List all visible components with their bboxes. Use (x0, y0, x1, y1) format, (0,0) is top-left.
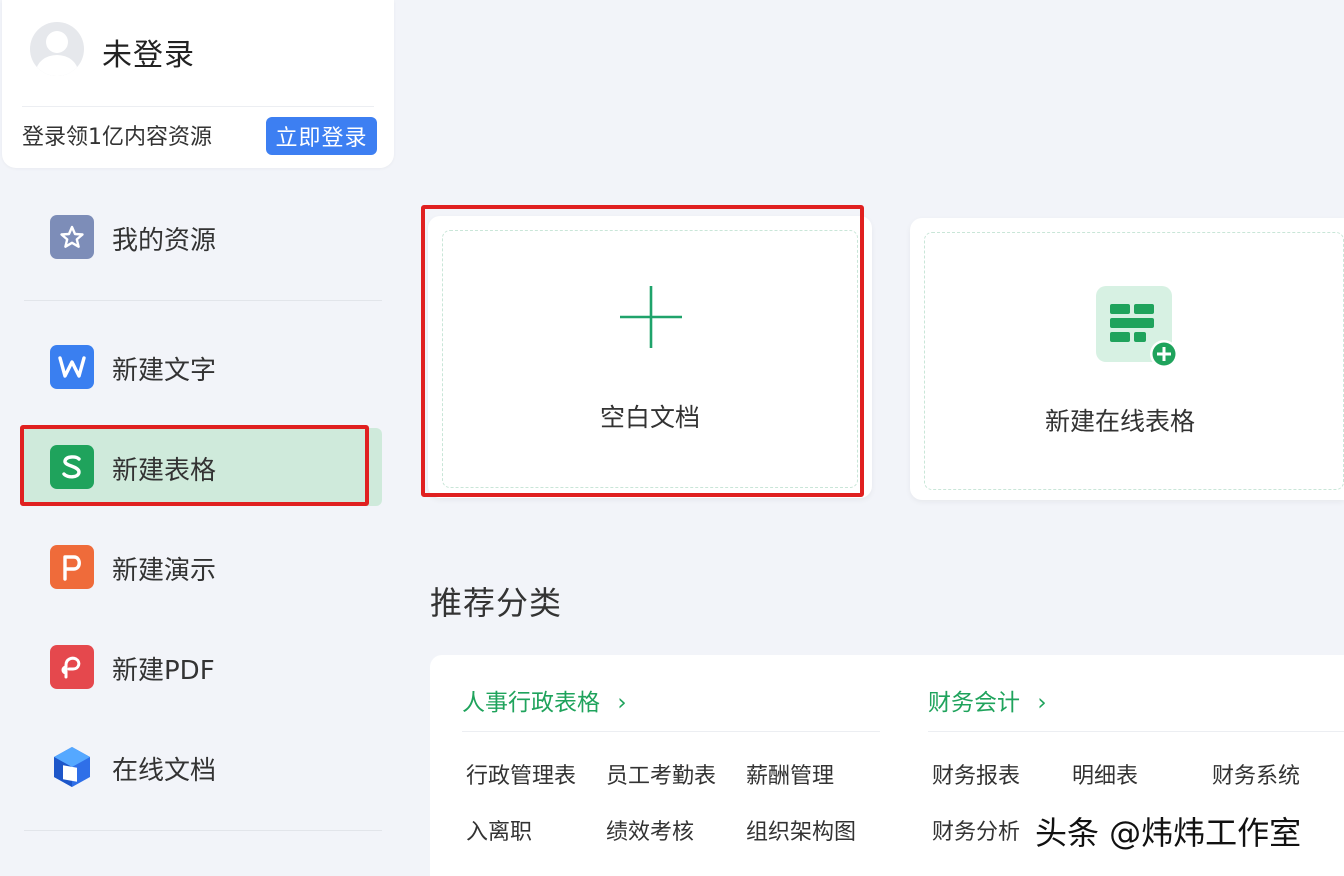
new-online-sheet-card[interactable]: 新建在线表格 (910, 218, 1344, 500)
sheet-icon (50, 445, 94, 489)
divider (928, 731, 1344, 732)
category-link-hr[interactable]: 人事行政表格 › (462, 683, 627, 717)
sidebar-item-label: 在线文档 (112, 756, 217, 786)
category-link-finance[interactable]: 财务会计 › (928, 683, 1047, 717)
sidebar-item-label: 新建演示 (112, 556, 217, 586)
category-link[interactable]: 财务报表 (932, 758, 1020, 790)
category-link[interactable]: 绩效考核 (606, 814, 694, 846)
category-link[interactable]: 入离职 (466, 814, 532, 846)
divider (24, 300, 382, 301)
login-button[interactable]: 立即登录 (266, 117, 377, 155)
star-icon (50, 215, 94, 259)
sidebar-item-new-sheet[interactable]: 新建表格 (22, 428, 382, 506)
category-link[interactable]: 员工考勤表 (606, 758, 716, 790)
sidebar-item-my-resources[interactable]: 我的资源 (22, 198, 382, 276)
sidebar-item-label: 新建PDF (112, 656, 215, 686)
chevron-right-icon: › (1037, 690, 1047, 716)
pdf-icon (50, 645, 94, 689)
sidebar-item-new-word[interactable]: 新建文字 (22, 328, 382, 406)
blank-doc-card[interactable]: 空白文档 (428, 216, 872, 498)
avatar[interactable] (30, 22, 84, 76)
divider (462, 731, 880, 732)
promo-text: 登录领1亿内容资源 (22, 125, 212, 150)
category-title: 财务会计 (928, 690, 1020, 716)
section-title: 推荐分类 (430, 584, 563, 622)
card-label: 新建在线表格 (1044, 407, 1195, 436)
sidebar-item-new-pdf[interactable]: 新建PDF (22, 628, 382, 706)
sidebar-item-label: 我的资源 (112, 226, 217, 256)
plus-icon (620, 286, 682, 348)
online-doc-icon (50, 745, 94, 789)
sidebar-item-new-presentation[interactable]: 新建演示 (22, 528, 382, 606)
category-title: 人事行政表格 (462, 690, 600, 716)
category-link[interactable]: 明细表 (1072, 758, 1138, 790)
presentation-icon (50, 545, 94, 589)
category-link[interactable]: 财务系统 (1212, 758, 1300, 790)
category-link[interactable]: 薪酬管理 (746, 758, 834, 790)
chevron-right-icon: › (617, 690, 627, 716)
watermark: 头条 @炜炜工作室 (1035, 814, 1302, 852)
online-sheet-icon (1096, 286, 1178, 368)
sidebar-item-online-doc[interactable]: 在线文档 (22, 728, 382, 806)
category-link[interactable]: 行政管理表 (466, 758, 576, 790)
divider (22, 106, 374, 107)
sidebar-item-label: 新建文字 (112, 356, 217, 386)
category-link[interactable]: 组织架构图 (746, 814, 856, 846)
sidebar-item-label: 新建表格 (112, 456, 217, 486)
divider (24, 830, 382, 831)
user-card: 未登录 登录领1亿内容资源 立即登录 (2, 0, 394, 168)
word-icon (50, 345, 94, 389)
category-link[interactable]: 财务分析 (932, 814, 1020, 846)
user-name[interactable]: 未登录 (102, 30, 195, 74)
dashed-border (442, 230, 858, 488)
sidebar: 未登录 登录领1亿内容资源 立即登录 我的资源 新建文字 新建表格 新建演示 新… (0, 0, 410, 876)
card-label: 空白文档 (599, 403, 700, 432)
